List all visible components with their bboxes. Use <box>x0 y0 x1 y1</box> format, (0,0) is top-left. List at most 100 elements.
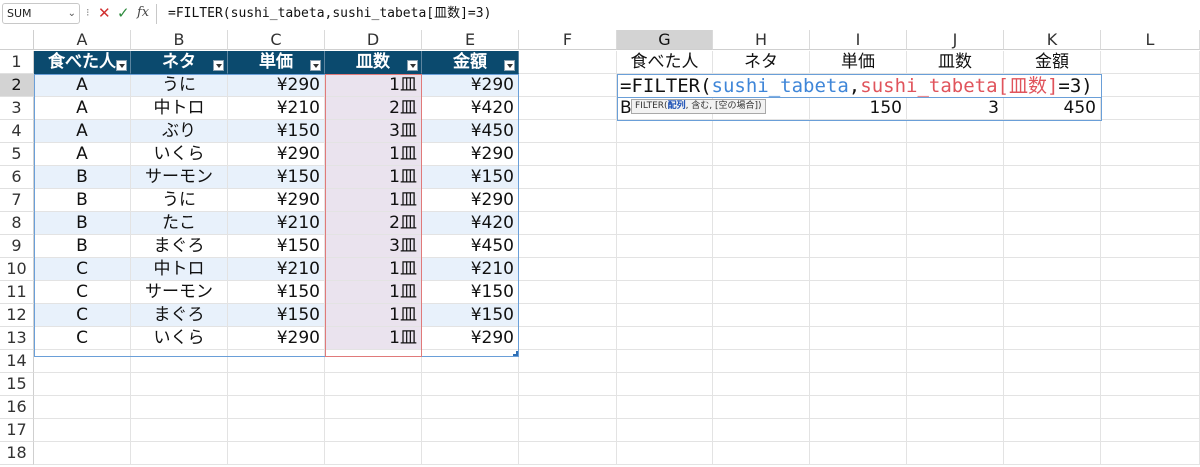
cell[interactable] <box>713 189 810 212</box>
row-header-8[interactable]: 8 <box>0 212 34 235</box>
result-header-5[interactable]: 金額 <box>1004 51 1101 74</box>
table-cell[interactable]: ¥450 <box>422 235 519 258</box>
row-header-15[interactable]: 15 <box>0 373 34 396</box>
cell[interactable] <box>1004 304 1101 327</box>
cell[interactable] <box>519 166 617 189</box>
enter-icon[interactable]: ✓ <box>117 4 130 22</box>
cell[interactable] <box>1101 442 1200 465</box>
cell[interactable] <box>422 396 519 419</box>
cell[interactable] <box>131 442 228 465</box>
cell[interactable] <box>713 120 810 143</box>
result-header-4[interactable]: 皿数 <box>907 51 1004 74</box>
table-cell[interactable]: ¥420 <box>422 97 519 120</box>
table-cell[interactable]: B <box>34 212 131 235</box>
table-cell[interactable]: ¥210 <box>228 258 325 281</box>
cell[interactable] <box>325 373 422 396</box>
cell[interactable] <box>34 396 131 419</box>
select-all-corner[interactable] <box>0 30 34 50</box>
table-resize-handle[interactable] <box>513 351 518 356</box>
cell[interactable] <box>810 281 907 304</box>
table-cell[interactable]: ¥450 <box>422 120 519 143</box>
cell[interactable] <box>228 396 325 419</box>
table-cell[interactable]: ¥150 <box>228 281 325 304</box>
cell[interactable] <box>519 327 617 350</box>
spill-cell[interactable]: 150 <box>810 97 907 120</box>
cell[interactable] <box>1004 396 1101 419</box>
cell[interactable] <box>810 189 907 212</box>
cell[interactable] <box>34 419 131 442</box>
table-cell[interactable]: C <box>34 258 131 281</box>
cell[interactable] <box>422 350 519 373</box>
chevron-down-icon[interactable]: ⌄ <box>68 4 76 23</box>
table-cell[interactable]: 3皿 <box>325 235 422 258</box>
table-cell[interactable]: 3皿 <box>325 120 422 143</box>
cell[interactable] <box>519 51 617 74</box>
row-header-16[interactable]: 16 <box>0 396 34 419</box>
table-header-3[interactable]: 単価 <box>228 51 325 74</box>
cell[interactable] <box>1101 97 1200 120</box>
cell[interactable] <box>713 373 810 396</box>
cell[interactable] <box>713 304 810 327</box>
cell[interactable] <box>907 350 1004 373</box>
table-cell[interactable]: ¥290 <box>422 143 519 166</box>
cell[interactable] <box>1101 304 1200 327</box>
cell[interactable] <box>325 419 422 442</box>
column-header-i[interactable]: I <box>810 30 907 50</box>
cell[interactable] <box>1004 373 1101 396</box>
column-header-f[interactable]: F <box>519 30 617 50</box>
cell[interactable] <box>617 258 713 281</box>
table-header-2[interactable]: ネタ <box>131 51 228 74</box>
cell[interactable] <box>907 212 1004 235</box>
column-header-e[interactable]: E <box>422 30 519 50</box>
table-cell[interactable]: ¥210 <box>422 258 519 281</box>
cell[interactable] <box>810 442 907 465</box>
table-cell[interactable]: A <box>34 143 131 166</box>
cell[interactable] <box>519 442 617 465</box>
table-cell[interactable]: ¥150 <box>422 304 519 327</box>
table-cell[interactable]: 1皿 <box>325 189 422 212</box>
spill-cell[interactable]: 3 <box>907 97 1004 120</box>
cell[interactable] <box>1101 281 1200 304</box>
cell[interactable] <box>810 120 907 143</box>
table-cell[interactable]: まぐろ <box>131 304 228 327</box>
cell[interactable] <box>131 396 228 419</box>
table-cell[interactable]: ¥290 <box>422 327 519 350</box>
cell[interactable] <box>617 373 713 396</box>
table-cell[interactable]: ¥290 <box>228 327 325 350</box>
table-header-4[interactable]: 皿数 <box>325 51 422 74</box>
cell[interactable] <box>519 120 617 143</box>
cell[interactable] <box>519 373 617 396</box>
cell[interactable] <box>713 350 810 373</box>
cell[interactable] <box>617 189 713 212</box>
cell[interactable] <box>519 189 617 212</box>
cell[interactable] <box>810 212 907 235</box>
result-header-1[interactable]: 食べた人 <box>617 51 713 74</box>
cell[interactable] <box>907 166 1004 189</box>
row-header-11[interactable]: 11 <box>0 281 34 304</box>
result-header-2[interactable]: ネタ <box>713 51 810 74</box>
row-header-12[interactable]: 12 <box>0 304 34 327</box>
cell[interactable] <box>617 396 713 419</box>
cell[interactable] <box>810 396 907 419</box>
table-cell[interactable]: B <box>34 189 131 212</box>
row-header-14[interactable]: 14 <box>0 350 34 373</box>
table-header-5[interactable]: 金額 <box>422 51 519 74</box>
cell[interactable] <box>907 327 1004 350</box>
cell[interactable] <box>519 212 617 235</box>
cell[interactable] <box>1004 281 1101 304</box>
cell[interactable] <box>713 258 810 281</box>
cell[interactable] <box>617 143 713 166</box>
cell[interactable] <box>810 258 907 281</box>
result-header-3[interactable]: 単価 <box>810 51 907 74</box>
cell[interactable] <box>34 373 131 396</box>
filter-dropdown-icon[interactable] <box>504 60 515 71</box>
cell[interactable] <box>1004 258 1101 281</box>
row-header-17[interactable]: 17 <box>0 419 34 442</box>
cell[interactable] <box>1101 419 1200 442</box>
table-cell[interactable]: ¥150 <box>422 281 519 304</box>
row-header-1[interactable]: 1 <box>0 51 34 74</box>
cell[interactable] <box>810 350 907 373</box>
cell[interactable] <box>810 166 907 189</box>
table-cell[interactable]: ¥150 <box>228 120 325 143</box>
cell[interactable] <box>617 281 713 304</box>
